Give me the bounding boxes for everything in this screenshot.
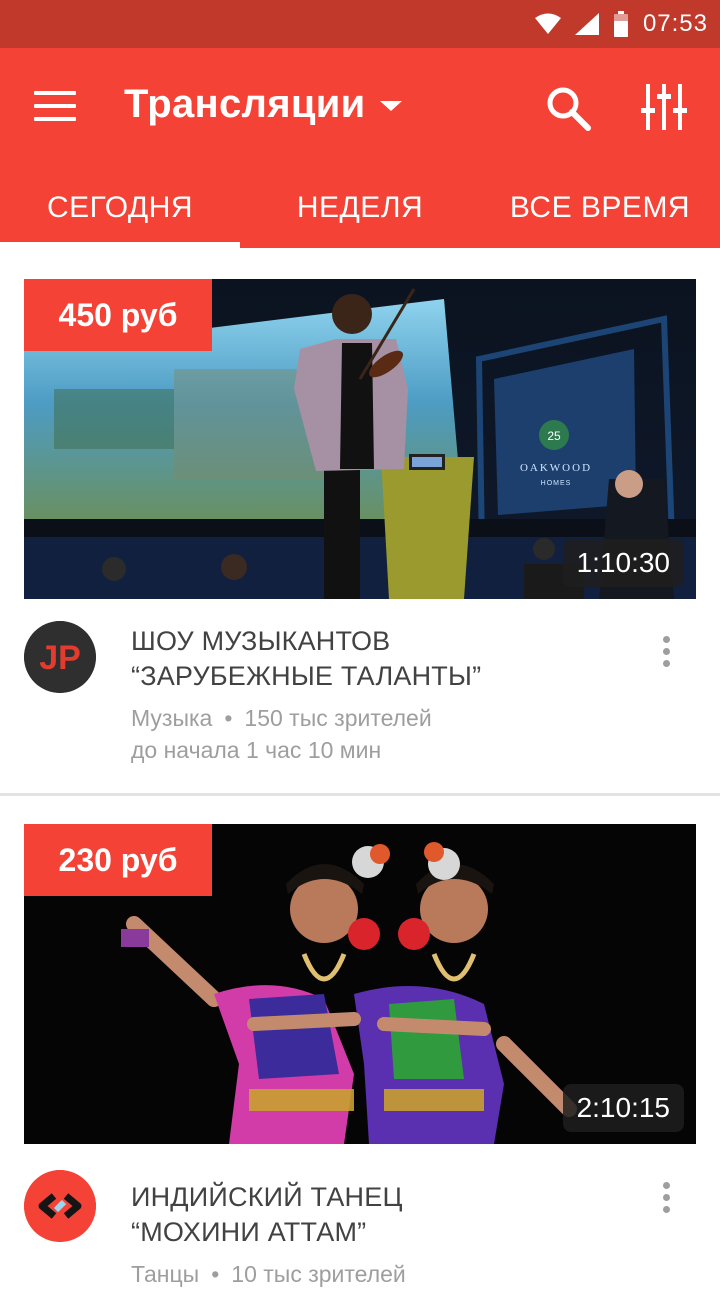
stream-viewers: 10 тыс зрителей	[231, 1261, 406, 1287]
stream-meta: ИНДИЙСКИЙ ТАНЕЦ “МОХИНИ АТТАМ” Танцы • 10 …	[131, 1180, 651, 1290]
duration-badge: 2:10:15	[562, 1084, 684, 1132]
price-badge: 450 руб	[24, 279, 212, 351]
page-title: Трансляции	[124, 81, 366, 126]
stream-thumbnail[interactable]: 25 OAKWOOD HOMES 450 руб 1:10:30	[24, 279, 696, 599]
chain-link-logo-icon	[24, 1170, 96, 1242]
menu-icon[interactable]	[34, 91, 76, 123]
title-dropdown[interactable]: Трансляции	[124, 76, 402, 132]
duration-badge: 1:10:30	[562, 539, 684, 587]
jp-logo-icon: JP	[24, 621, 96, 693]
price-badge: 230 руб	[24, 824, 212, 896]
channel-avatar[interactable]	[24, 1170, 96, 1242]
tab-week[interactable]: НЕДЕЛЯ	[240, 168, 480, 248]
stream-thumbnail[interactable]: 230 руб 2:10:15	[24, 824, 696, 1144]
stream-title-line1: ИНДИЙСКИЙ ТАНЕЦ	[131, 1182, 403, 1212]
screen-logo: OAKWOOD	[520, 462, 592, 474]
stream-title-line1: ШОУ МУЗЫКАНТОВ	[131, 626, 391, 656]
stream-category: Музыка	[131, 705, 213, 731]
dropdown-caret-icon	[379, 101, 402, 111]
wifi-icon	[534, 13, 561, 34]
stream-title-line2: “ЗАРУБЕЖНЫЕ ТАЛАНТЫ”	[131, 661, 482, 691]
stream-viewers: 150 тыс зрителей	[244, 705, 432, 731]
divider	[0, 793, 720, 796]
battery-icon	[613, 11, 628, 37]
separator-dot: •	[211, 1261, 220, 1287]
screen-badge: 25	[547, 429, 561, 443]
status-bar: 07:53	[0, 0, 720, 48]
more-vert-icon[interactable]	[650, 634, 682, 674]
cell-signal-icon	[574, 13, 599, 35]
app-bar: Трансляции СЕГОДНЯ НЕДЕЛЯ ВСЕ ВРЕМЯ	[0, 48, 720, 248]
stream-info-row: Музыка • 150 тыс зрителей	[131, 702, 651, 734]
stream-start-time: до начала 1 час 10 мин	[131, 737, 382, 763]
tab-today[interactable]: СЕГОДНЯ	[0, 168, 240, 248]
tab-all-time[interactable]: ВСЕ ВРЕМЯ	[480, 168, 720, 248]
channel-avatar[interactable]: JP	[24, 621, 96, 693]
status-time: 07:53	[642, 10, 708, 37]
separator-dot: •	[224, 705, 233, 731]
search-icon[interactable]	[544, 84, 592, 132]
stream-info-row: Танцы • 10 тыс зрителей	[131, 1258, 651, 1290]
stream-category: Танцы	[131, 1261, 200, 1287]
screen-logo-sub: HOMES	[541, 480, 572, 487]
stream-meta: ШОУ МУЗЫКАНТОВ “ЗАРУБЕЖНЫЕ ТАЛАНТЫ” Музы…	[131, 624, 651, 766]
filter-sliders-icon[interactable]	[640, 82, 688, 132]
stream-title-line2: “МОХИНИ АТТАМ”	[131, 1217, 367, 1247]
svg-text:JP: JP	[39, 639, 81, 677]
tab-bar: СЕГОДНЯ НЕДЕЛЯ ВСЕ ВРЕМЯ	[0, 168, 720, 248]
more-vert-icon[interactable]	[650, 1180, 682, 1220]
